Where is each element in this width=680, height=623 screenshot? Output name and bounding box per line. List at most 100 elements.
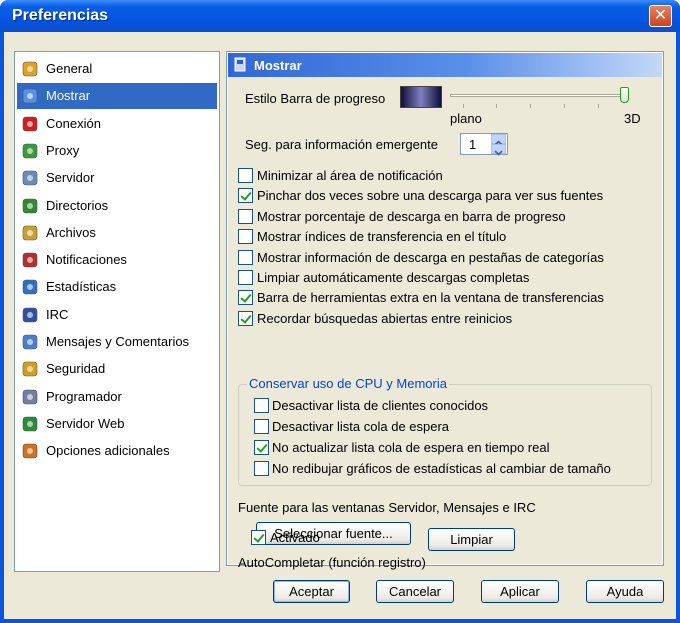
- option-label[interactable]: Limpiar automáticamente descargas comple…: [257, 270, 529, 285]
- autocomplete-option-label[interactable]: Activado: [270, 530, 320, 545]
- option-checkbox-7[interactable]: [238, 310, 253, 326]
- cancel-button[interactable]: Cancelar: [376, 580, 454, 603]
- panel-body: Estilo Barra de progreso plano 3D Seg. p…: [228, 77, 662, 570]
- sidebar-item-10[interactable]: Mensajes y Comentarios: [17, 329, 217, 355]
- server-icon: [21, 169, 39, 187]
- sidebar-item-1[interactable]: Mostrar: [17, 83, 217, 110]
- clear-button[interactable]: Limpiar: [428, 528, 515, 551]
- option-label[interactable]: Mostrar porcentaje de descarga en barra …: [257, 209, 566, 224]
- arrow-down-icon: [494, 150, 503, 156]
- notification-icon: [21, 251, 39, 269]
- category-list: General Mostrar Conexión Proxy Servidor Direc…: [14, 51, 220, 572]
- display-icon: [21, 87, 39, 105]
- option-checkbox-4[interactable]: [238, 249, 253, 265]
- sidebar-item-label: General: [46, 61, 93, 76]
- popup-seconds-label: Seg. para información emergente: [245, 137, 438, 152]
- popup-seconds-value[interactable]: 1: [469, 137, 476, 152]
- option-checkbox-2[interactable]: [238, 208, 253, 224]
- cpu-memory-group: Conservar uso de CPU y Memoria Desactiva…: [238, 376, 652, 486]
- progress-style-slider-thumb[interactable]: [620, 87, 629, 103]
- slider-tick: [496, 104, 497, 108]
- window-title: Preferencias: [12, 7, 109, 24]
- title-bar[interactable]: Preferencias ✕: [0, 0, 680, 32]
- font-label: Fuente para las ventanas Servidor, Mensa…: [238, 500, 536, 515]
- progress-style-slider-track[interactable]: [450, 94, 624, 97]
- help-button[interactable]: Ayuda: [586, 580, 664, 603]
- popup-seconds-spinner[interactable]: 1: [460, 133, 508, 156]
- sidebar-item-5[interactable]: Directorios: [17, 193, 217, 219]
- slider-max-label: 3D: [624, 111, 641, 126]
- spin-up-button[interactable]: [491, 134, 506, 146]
- gears-icon: [21, 60, 39, 78]
- slider-tick: [598, 104, 599, 108]
- cpu-option-label[interactable]: Desactivar lista cola de espera: [272, 419, 449, 434]
- option-checkbox-6[interactable]: [238, 290, 253, 306]
- sidebar-item-label: Opciones adicionales: [46, 443, 170, 459]
- option-label[interactable]: Mostrar índices de transferencia en el t…: [257, 229, 506, 244]
- statistics-icon: [21, 278, 39, 296]
- option-label[interactable]: Recordar búsquedas abiertas entre reinic…: [257, 311, 512, 326]
- accept-button[interactable]: Aceptar: [273, 580, 350, 603]
- panel-title: Mostrar: [254, 58, 302, 73]
- sidebar-item-3[interactable]: Proxy: [17, 138, 217, 164]
- option-label[interactable]: Mostrar información de descarga en pesta…: [257, 250, 604, 265]
- sidebar-item-label: Servidor: [46, 170, 95, 186]
- autocomplete-label: AutoCompletar (función registro): [238, 555, 426, 570]
- sidebar-item-14[interactable]: Opciones adicionales: [17, 438, 217, 464]
- sidebar-item-label: Seguridad: [46, 361, 106, 377]
- cpu-option-label[interactable]: No redibujar gráficos de estadísticas al…: [272, 461, 611, 476]
- sidebar-item-11[interactable]: Seguridad: [17, 356, 217, 382]
- irc-icon: [21, 306, 39, 324]
- lock-icon: [21, 360, 39, 378]
- option-label[interactable]: Pinchar dos veces sobre una descarga par…: [257, 188, 603, 203]
- cpu-option-label[interactable]: No actualizar lista cola de espera en ti…: [272, 440, 549, 455]
- close-button[interactable]: ✕: [649, 5, 672, 27]
- sidebar-item-0[interactable]: General: [17, 56, 217, 82]
- cpu-option-checkbox-0[interactable]: [254, 398, 269, 413]
- sidebar-item-label: Mensajes y Comentarios: [46, 334, 190, 349]
- sidebar-item-label: Proxy: [46, 142, 80, 158]
- globe-icon: [21, 415, 39, 433]
- sidebar-item-8[interactable]: Estadísticas: [17, 274, 217, 300]
- sidebar-item-4[interactable]: Servidor: [17, 165, 217, 191]
- options-icon: [21, 442, 39, 460]
- sidebar-item-7[interactable]: Notificaciones: [17, 247, 217, 273]
- sidebar-item-label: Conexión: [46, 115, 101, 131]
- option-checkbox-1[interactable]: [238, 188, 253, 204]
- sidebar-item-label: Servidor Web: [46, 415, 125, 431]
- option-checkbox-3[interactable]: [238, 229, 253, 245]
- progress-style-label: Estilo Barra de progreso: [245, 91, 386, 106]
- slider-tick: [530, 104, 531, 108]
- cpu-option-checkbox-1[interactable]: [254, 419, 269, 434]
- panel-header: Mostrar: [228, 53, 662, 77]
- spin-down-button[interactable]: [491, 144, 506, 156]
- cpu-option-checkbox-3[interactable]: [254, 461, 269, 476]
- cpu-option-checkbox-2[interactable]: [254, 440, 269, 455]
- preferences-window: Preferencias ✕ General Mostrar Conexión Pro…: [0, 0, 680, 623]
- sidebar-item-13[interactable]: Servidor Web: [17, 411, 217, 437]
- cpu-option-label[interactable]: Desactivar lista de clientes conocidos: [272, 398, 488, 413]
- slider-tick: [564, 104, 565, 108]
- sidebar-item-6[interactable]: Archivos: [17, 220, 217, 246]
- apply-button[interactable]: Aplicar: [481, 580, 559, 603]
- cpu-memory-group-label: Conservar uso de CPU y Memoria: [247, 376, 449, 391]
- plug-icon: [21, 115, 39, 133]
- display-icon: [234, 57, 246, 72]
- slider-tick: [463, 104, 464, 108]
- settings-panel: Mostrar Estilo Barra de progreso plano 3…: [226, 51, 664, 570]
- option-label[interactable]: Minimizar al área de notificación: [257, 168, 443, 183]
- autocomplete-checkbox[interactable]: [251, 530, 266, 545]
- sidebar-item-9[interactable]: IRC: [17, 302, 217, 328]
- sidebar-item-label: Archivos: [46, 224, 96, 240]
- sidebar-item-2[interactable]: Conexión: [17, 111, 217, 137]
- option-label[interactable]: Barra de herramientas extra en la ventan…: [257, 290, 604, 305]
- sidebar-item-label: Mostrar: [46, 88, 91, 104]
- sidebar-item-12[interactable]: Programador: [17, 384, 217, 410]
- option-checkbox-5[interactable]: [238, 270, 253, 285]
- progress-style-preview: [400, 86, 442, 108]
- files-icon: [21, 224, 39, 242]
- option-checkbox-0[interactable]: [238, 168, 253, 183]
- sidebar-item-label: Estadísticas: [46, 279, 117, 295]
- folder-icon: [21, 197, 39, 215]
- proxy-icon: [21, 142, 39, 160]
